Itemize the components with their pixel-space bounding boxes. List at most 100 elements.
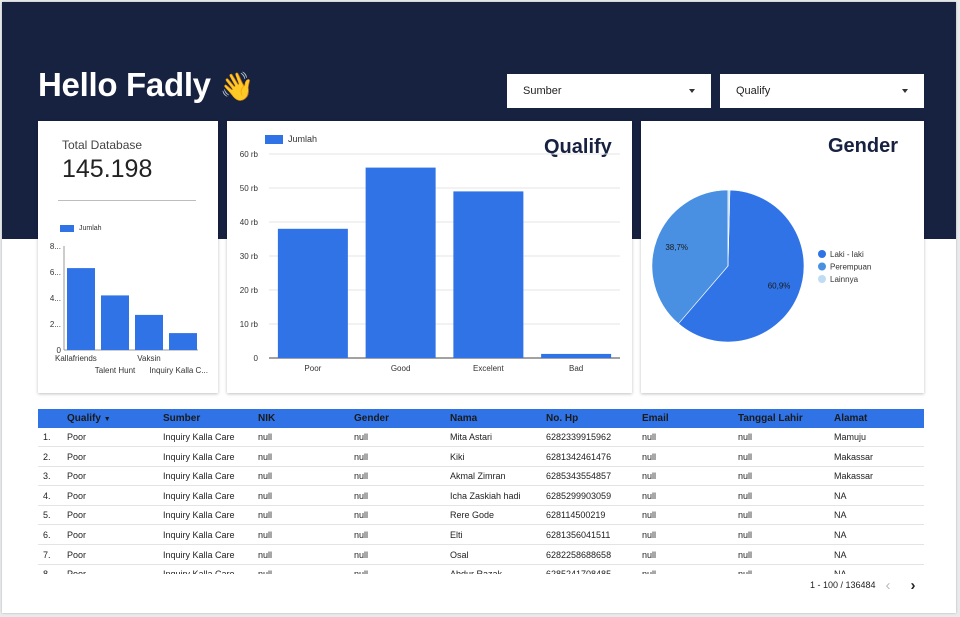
bar bbox=[541, 353, 612, 358]
table-cell-gender: null bbox=[354, 451, 369, 462]
table-cell-alamat: Makassar bbox=[834, 471, 874, 482]
table-cell-sumber: Inquiry Kalla Care bbox=[163, 510, 235, 521]
table-cell-alamat: NA bbox=[834, 510, 847, 521]
table-cell-email: null bbox=[642, 451, 657, 462]
legend-dot bbox=[818, 262, 826, 271]
table-cell-no-hp: 6285343554857 bbox=[546, 471, 612, 482]
dashboard-frame: Hello Fadly 👋 Sumber Qualify Total Datab… bbox=[2, 2, 956, 613]
legend-dot bbox=[818, 250, 826, 258]
table-cell-gender: null bbox=[354, 565, 368, 574]
table-cell-tanggal-lahir: null bbox=[738, 490, 753, 501]
column-header-nik[interactable]: NIK bbox=[258, 409, 275, 428]
table-cell-email: null bbox=[642, 471, 657, 482]
table-row[interactable]: 6. Poor Inquiry Kalla Care null null Elti 6281… bbox=[38, 526, 924, 545]
table-cell-tanggal-lahir: null bbox=[738, 451, 753, 462]
gender-pie-chart: 60,9% 38,7% Laki - laki Perempuan Lainnya bbox=[651, 189, 871, 343]
total-database-card: Total Database 145.198 Jumlah 0 2... 4... 6… bbox=[38, 121, 218, 393]
table-cell-tanggal-lahir: null bbox=[738, 549, 753, 560]
table-cell-sumber: Inquiry Kalla Care bbox=[163, 471, 235, 482]
legend-label: Perempuan bbox=[830, 263, 871, 272]
legend-label: Lainnya bbox=[830, 275, 859, 284]
pie-data-label: 38,7% bbox=[665, 243, 688, 252]
table-cell-nama: Abdur Razak bbox=[450, 565, 502, 574]
table-cell-email: null bbox=[642, 530, 657, 540]
table-cell-gender: null bbox=[354, 432, 369, 442]
pagination-range: 1 - 100 / 136484 bbox=[810, 580, 876, 590]
chevron-right-icon: › bbox=[910, 576, 916, 594]
wave-hand-icon: 👋 bbox=[219, 71, 255, 102]
table-cell-alamat: Mamuju bbox=[834, 432, 867, 442]
y-tick-label: 50 rb bbox=[240, 184, 259, 193]
table-cell-nik: null bbox=[258, 565, 272, 574]
table-cell-nama: Rere Gode bbox=[450, 510, 495, 521]
table-cell-alamat: NA bbox=[834, 565, 847, 574]
x-tick-label: Excelent bbox=[473, 364, 504, 373]
table-cell-sumber: Inquiry Kalla Care bbox=[163, 432, 235, 442]
table-row[interactable]: 1. Poor Inquiry Kalla Care null null Mita Ast… bbox=[38, 428, 924, 447]
y-tick-label: 10 rb bbox=[240, 320, 259, 329]
table-cell-email: null bbox=[642, 510, 657, 521]
previous-page-button[interactable]: ‹ bbox=[880, 576, 896, 594]
table-cell-tanggal-lahir: null bbox=[738, 471, 753, 482]
sumber-filter-dropdown[interactable]: Sumber bbox=[507, 74, 711, 108]
next-page-button[interactable]: › bbox=[905, 576, 921, 594]
x-tick-label: Vaksin bbox=[137, 354, 160, 363]
y-tick-label: 0 bbox=[254, 354, 259, 363]
table-cell-gender: null bbox=[354, 510, 369, 521]
bar bbox=[453, 191, 524, 358]
row-number: 4. bbox=[43, 490, 51, 501]
row-number: 7. bbox=[43, 549, 51, 560]
table-cell-nik: null bbox=[258, 490, 273, 501]
y-tick-label: 30 rb bbox=[240, 252, 259, 261]
table-cell-email: null bbox=[642, 565, 656, 574]
table-cell-tanggal-lahir: null bbox=[738, 432, 753, 442]
column-header-gender[interactable]: Gender bbox=[354, 409, 389, 428]
table-cell-email: null bbox=[642, 432, 657, 442]
table-row[interactable]: 4. Poor Inquiry Kalla Care null null Icha Zas… bbox=[38, 487, 924, 506]
table-cell-qualify: Poor bbox=[67, 471, 87, 482]
qualify-chart-card: Qualify Jumlah 0 10 rb 20 rb 30 rb 40 rb 50 r… bbox=[227, 121, 632, 393]
table-cell-nik: null bbox=[258, 530, 273, 540]
table-cell-sumber: Inquiry Kalla Care bbox=[163, 530, 235, 540]
table-cell-qualify: Poor bbox=[67, 451, 87, 462]
sort-desc-icon: ▼ bbox=[103, 416, 111, 423]
bar bbox=[277, 228, 348, 358]
table-cell-alamat: NA bbox=[834, 549, 847, 560]
column-header-alamat[interactable]: Alamat bbox=[834, 409, 867, 428]
column-header-qualify[interactable]: Qualify ▼ bbox=[67, 409, 111, 428]
column-header-no-hp[interactable]: No. Hp bbox=[546, 409, 578, 428]
table-body: 1. Poor Inquiry Kalla Care null null Mita Ast… bbox=[2, 428, 956, 574]
y-tick-label: 2... bbox=[50, 320, 61, 329]
qualify-filter-dropdown[interactable]: Qualify bbox=[720, 74, 924, 108]
table-row[interactable]: 7. Poor Inquiry Kalla Care null null Osal 6282… bbox=[38, 546, 924, 565]
table-cell-nik: null bbox=[258, 471, 273, 482]
table-cell-gender: null bbox=[354, 490, 369, 501]
table-cell-nama: Mita Astari bbox=[450, 432, 493, 442]
pie-data-label: 60,9% bbox=[768, 282, 791, 291]
table-cell-alamat: NA bbox=[834, 530, 847, 540]
y-tick-label: 20 rb bbox=[240, 286, 259, 295]
column-header-sumber[interactable]: Sumber bbox=[163, 409, 200, 428]
row-number: 5. bbox=[43, 510, 51, 521]
column-header-nama[interactable]: Nama bbox=[450, 409, 477, 428]
qualify-filter-label: Qualify bbox=[736, 85, 771, 97]
table-row[interactable]: 3. Poor Inquiry Kalla Care null null Akmal Zi… bbox=[38, 467, 924, 487]
table-cell-nik: null bbox=[258, 510, 273, 521]
table-row[interactable]: 5. Poor Inquiry Kalla Care null null Rere God… bbox=[38, 506, 924, 526]
table-cell-no-hp: 6285299903059 bbox=[546, 490, 612, 501]
table-cell-qualify: Poor bbox=[67, 432, 87, 442]
column-header-tanggal-lahir[interactable]: Tanggal Lahir bbox=[738, 409, 803, 428]
table-row[interactable]: 8. Poor Inquiry Kalla Care null null Abdur Ra… bbox=[38, 565, 924, 574]
table-header: Qualify ▼ Sumber NIK Gender Nama No. Hp … bbox=[38, 409, 924, 428]
table-cell-sumber: Inquiry Kalla Care bbox=[163, 549, 235, 560]
column-header-email[interactable]: Email bbox=[642, 409, 669, 428]
table-cell-no-hp: 628114500219 bbox=[546, 510, 606, 521]
bar bbox=[365, 167, 436, 358]
row-number: 1. bbox=[43, 432, 51, 442]
table-row[interactable]: 2. Poor Inquiry Kalla Care null null Kiki 6281… bbox=[38, 448, 924, 467]
sumber-filter-label: Sumber bbox=[523, 85, 562, 97]
chevron-left-icon: ‹ bbox=[885, 576, 891, 594]
table-cell-nama: Elti bbox=[450, 530, 463, 540]
table-cell-no-hp: 6282258688658 bbox=[546, 549, 612, 560]
page-title: Hello Fadly 👋 bbox=[38, 66, 255, 103]
